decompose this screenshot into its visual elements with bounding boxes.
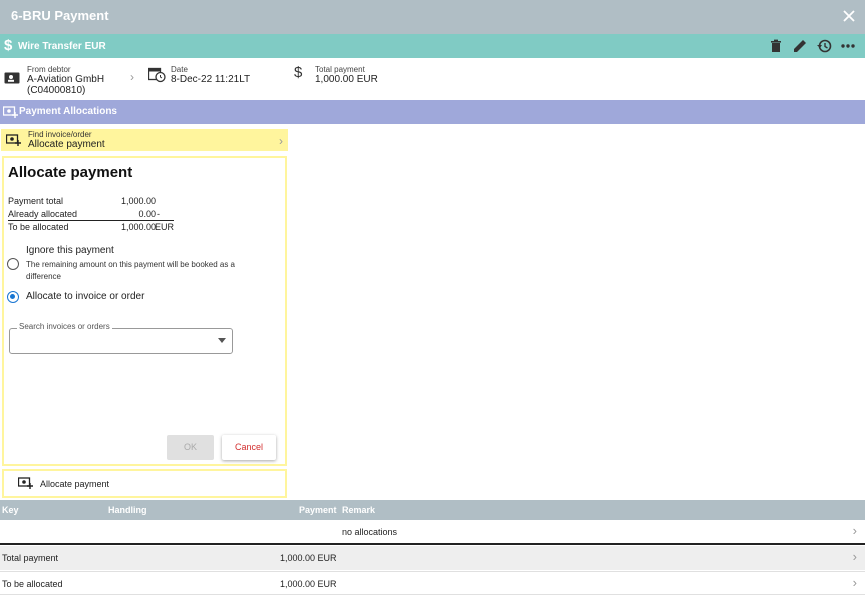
total-row-label: Total payment	[2, 553, 59, 563]
date-label: Date	[171, 65, 188, 74]
allocate-payment-panel: Allocate payment Payment total 1,000.00 …	[2, 156, 287, 466]
history-icon[interactable]	[815, 37, 833, 55]
summary-key: Payment total	[8, 196, 64, 206]
dollar-icon: $	[4, 37, 13, 54]
total-label: Total payment	[315, 65, 365, 74]
table-row-to-be-allocated[interactable]: To be allocated 1,000.00 EUR ›	[0, 571, 865, 595]
ignore-payment-label: Ignore this payment	[26, 245, 114, 256]
summary-key: Already allocated	[8, 209, 78, 219]
header-key: Key	[2, 505, 19, 515]
cancel-button[interactable]: Cancel	[222, 435, 276, 460]
search-invoices-field[interactable]: Search invoices or orders	[9, 322, 233, 354]
allocate-to-invoice-radio[interactable]	[7, 291, 19, 303]
contact-card-icon	[4, 71, 20, 88]
empty-remark: no allocations	[342, 527, 398, 537]
summary-value: 1,000.00	[120, 222, 156, 232]
dropdown-arrow-icon[interactable]	[218, 338, 226, 343]
find-invoice-order-item[interactable]: Find invoice/order Allocate payment ›	[1, 129, 288, 151]
header-actions	[767, 37, 857, 55]
debtor-label: From debtor	[27, 65, 71, 74]
tba-row-value: 1,000.00 EUR	[280, 579, 337, 589]
window-title: 6-BRU Payment	[11, 8, 109, 23]
add-payment-icon	[2, 106, 18, 121]
clock-calendar-icon	[147, 67, 166, 86]
summary-row: Payment total 1,000.00	[8, 195, 174, 208]
payment-allocations-header: Payment Allocations	[0, 100, 865, 124]
payment-type-title: Wire Transfer EUR	[18, 41, 106, 52]
header-remark: Remark	[342, 505, 376, 515]
add-payment-icon	[17, 477, 33, 492]
trash-icon[interactable]	[767, 37, 785, 55]
more-icon[interactable]	[839, 37, 857, 55]
dollar-icon: $	[294, 64, 303, 81]
summary-currency: EUR	[154, 222, 174, 232]
chevron-right-icon: ›	[279, 134, 283, 148]
total-value: 1,000.00 EUR	[315, 74, 378, 85]
chevron-right-icon: ›	[130, 70, 134, 84]
panel-title: Allocate payment	[8, 164, 133, 181]
summary-key: To be allocated	[8, 222, 69, 232]
ok-button[interactable]: OK	[167, 435, 214, 460]
add-payment-icon	[5, 134, 21, 149]
debtor-name: A-Aviation GmbH	[27, 74, 105, 85]
ignore-payment-description: The remaining amount on this payment wil…	[26, 260, 236, 281]
date-value: 8-Dec-22 11:21LT	[171, 74, 251, 85]
find-label: Find invoice/order	[28, 130, 92, 139]
summary-currency: -	[157, 209, 160, 219]
allocate-to-invoice-label: Allocate to invoice or order	[26, 291, 145, 302]
summary-row: Already allocated 0.00 -	[8, 208, 174, 221]
payment-type-bar: $ Wire Transfer EUR	[0, 34, 865, 58]
section-title: Payment Allocations	[19, 106, 117, 117]
table-row[interactable]: no allocations ›	[0, 520, 865, 545]
chevron-right-icon: ›	[852, 549, 857, 564]
allocation-summary: Payment total 1,000.00 Already allocated…	[8, 195, 174, 234]
header-handling: Handling	[108, 505, 147, 515]
allocate-payment-button[interactable]: Allocate payment	[2, 469, 287, 498]
total-block: Total payment 1,000.00 EUR	[315, 65, 378, 85]
chevron-right-icon: ›	[852, 575, 857, 590]
total-row-value: 1,000.00 EUR	[280, 553, 337, 563]
find-value: Allocate payment	[28, 139, 105, 150]
header-payment: Payment	[299, 505, 337, 515]
table-row-total[interactable]: Total payment 1,000.00 EUR ›	[0, 546, 865, 570]
close-icon[interactable]	[841, 8, 857, 24]
debtor-block: From debtor A-Aviation GmbH (C04000810)	[27, 65, 104, 96]
summary-row: To be allocated 1,000.00 EUR	[8, 221, 174, 234]
allocations-table-header: Key Handling Payment Remark	[0, 500, 865, 520]
edit-icon[interactable]	[791, 37, 809, 55]
summary-value: 0.00	[138, 209, 156, 219]
window-titlebar: 6-BRU Payment	[0, 0, 865, 34]
date-block: Date 8-Dec-22 11:21LT	[171, 65, 250, 85]
allocate-payment-label: Allocate payment	[40, 479, 110, 489]
tba-row-label: To be allocated	[2, 579, 63, 589]
payment-info-row: From debtor A-Aviation GmbH (C04000810) …	[0, 58, 865, 100]
chevron-right-icon: ›	[852, 523, 857, 538]
summary-value: 1,000.00	[120, 196, 156, 206]
search-invoices-label: Search invoices or orders	[17, 322, 112, 331]
debtor-code: (C04000810)	[27, 85, 86, 96]
ignore-payment-radio[interactable]	[7, 258, 19, 270]
